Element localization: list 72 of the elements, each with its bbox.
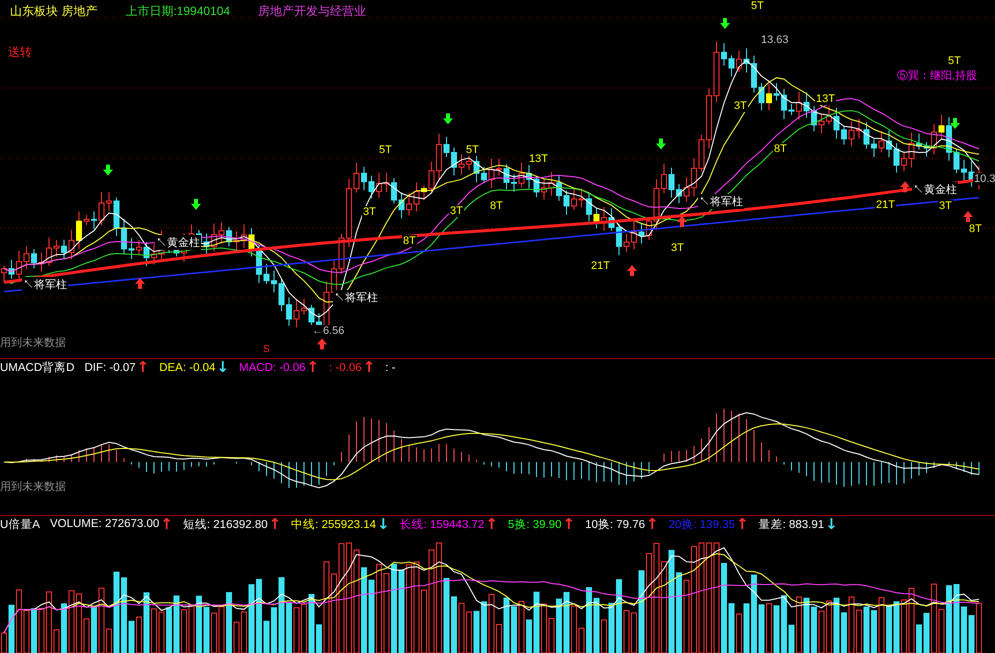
legend-item: 短线: 216392.80 [182,518,268,532]
up-arrow-icon [627,265,637,276]
chart-annotation: ⑤巽：继阳,持股 [896,68,978,83]
chart-annotation: 5T [465,144,480,156]
legend-item: 20换: 139.35 [668,518,735,532]
trend-arrow: ↑ [562,516,576,532]
chart-annotation: 8T [489,200,504,212]
chart-annotation: 13.63 [760,34,790,46]
trend-arrow: ↓ [377,516,390,532]
chart-annotation: 3T [670,242,685,254]
down-arrow-icon [103,164,113,176]
legend-item: : -0.06 [329,362,362,374]
chart-annotation: 5T [947,55,962,67]
chart-annotation: 13T [815,93,836,105]
trend-arrow: ↓ [216,360,230,376]
future-data-note: 用到未来数据 [0,480,66,494]
chart-annotation: ↖将军柱 [698,194,744,209]
legend-item: 量差: 883.91 [758,518,824,532]
chart-annotation: ↖将军柱 [333,290,379,305]
trend-arrow: ↑ [136,360,150,376]
legend-item: 5换: 39.90 [508,518,562,532]
sector-label: 山东板块 房地产 [10,3,98,20]
chart-annotation: 5T [750,0,765,12]
up-arrow-icon [317,338,327,350]
note-label: 送转 [8,44,32,61]
trend-arrow: ↓ [825,516,838,532]
legend-item: VOLUME: 272673.00 [50,518,160,530]
chart-annotation: 3T [449,205,464,217]
chart-annotation: ←6.56 [311,325,346,337]
chart-annotation: 21T [875,199,896,211]
up-arrow-icon [135,278,145,289]
chart-annotation: 21T [590,260,611,272]
chart-annotation: 10.3 [973,173,995,185]
legend-item: 10换: 79.76 [585,518,646,532]
trend-arrow: ↑ [362,360,376,376]
chart-annotation: 8T [402,235,417,247]
up-arrow-icon [963,211,973,222]
legend-item: DEA: -0.04 [159,362,216,374]
down-arrow-icon [443,113,453,124]
legend-item: MACD: -0.06 [239,362,306,374]
chart-annotation: 3T [362,206,377,218]
chart-annotation: ↖黄金柱 [155,235,201,250]
chart-annotation: 8T [968,223,983,235]
up-arrow-icon [677,216,687,227]
down-arrow-icon [950,118,960,129]
listing-date: 上市日期:19940104 [125,3,230,20]
trend-arrow: ↑ [306,360,320,376]
legend-item: U倍量A [0,518,40,532]
up-arrow-icon [900,181,910,192]
legend-item: 长线: 159443.72 [400,518,484,532]
down-arrow-icon [720,18,730,29]
chart-annotation: 8T [773,143,788,155]
future-data-note: 用到未来数据 [0,336,66,350]
down-arrow-icon [656,138,666,150]
business-label: 房地产开发与经营业 [258,3,366,20]
chart-annotation: 5T [378,144,393,156]
chart-annotation: 3T [938,200,953,212]
down-arrow-icon [191,198,201,210]
legend-item: 中线: 255923.14 [291,518,376,532]
trend-arrow: ↑ [268,516,282,532]
trend-arrow: ↑ [646,516,659,532]
chart-annotation: ↖黄金柱 [912,182,958,197]
legend-item: : - [385,362,396,374]
trend-arrow: ↑ [736,516,749,532]
chart-annotation: ↖将军柱 [22,277,68,292]
legend-item: DIF: -0.07 [84,362,136,374]
chart-annotation: 3T [733,100,748,112]
marker-label: S [263,344,270,355]
chart-annotation: 13T [528,153,549,165]
legend-item: UMACD背离D [0,360,74,376]
trend-arrow: ↑ [160,516,173,532]
trend-arrow: ↑ [485,516,498,532]
